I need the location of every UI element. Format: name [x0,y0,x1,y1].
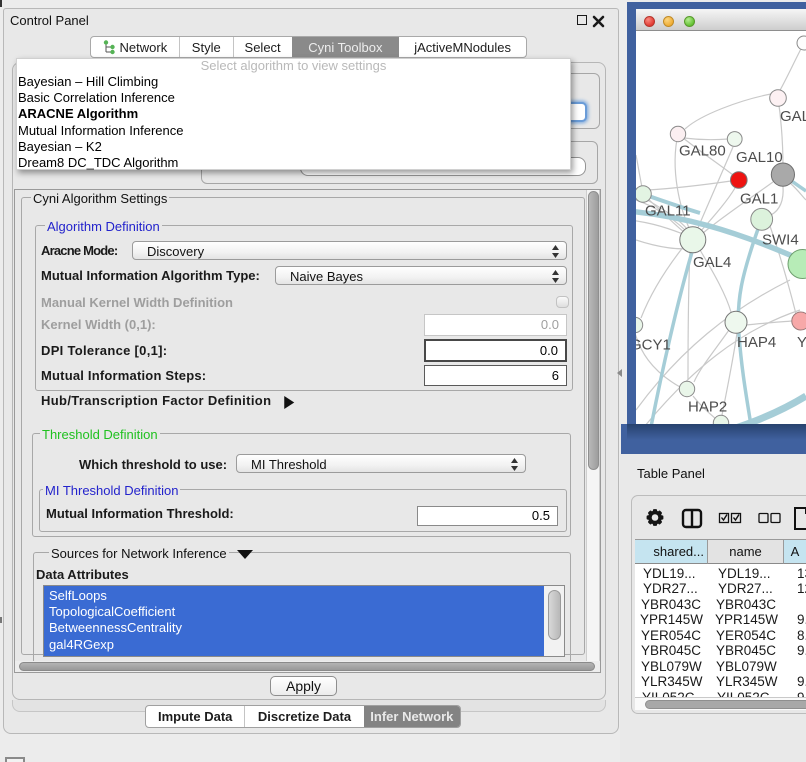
svg-text:SWI4: SWI4 [762,232,799,249]
svg-text:GAL4: GAL4 [693,254,731,271]
svg-text:GAL7: GAL7 [780,108,806,125]
svg-text:HAP4: HAP4 [737,334,776,351]
svg-text:GAL11: GAL11 [645,203,691,220]
svg-text:GAL10: GAL10 [736,149,783,166]
svg-text:GAL1: GAL1 [740,191,778,208]
svg-text:Y: Y [797,334,806,351]
svg-text:GCY1: GCY1 [636,337,671,354]
svg-text:HAP2: HAP2 [688,399,727,416]
svg-text:GAL80: GAL80 [679,143,726,160]
